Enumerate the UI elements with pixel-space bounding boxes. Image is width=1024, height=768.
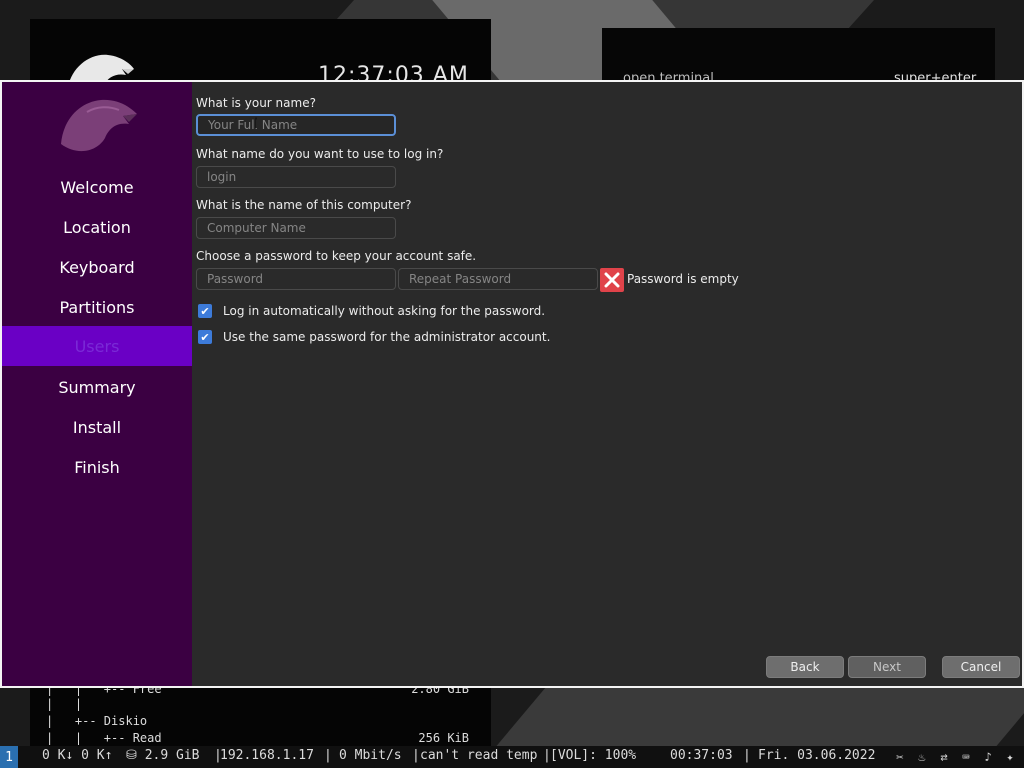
users-page: What is your name? What name do you want… bbox=[196, 82, 1022, 686]
divider: | bbox=[324, 748, 332, 763]
autologin-checkbox[interactable]: ✔ bbox=[198, 304, 212, 318]
ip-address: 192.168.1.17 bbox=[220, 748, 314, 763]
terminal-panel: | | +-- Free 2.80 GiB | | | +-- Diskio |… bbox=[30, 682, 491, 746]
error-icon bbox=[600, 268, 624, 292]
installer-window: Welcome Location Keyboard Partitions Use… bbox=[0, 80, 1024, 688]
terminal-line: | | bbox=[46, 697, 83, 711]
eagle-logo-icon bbox=[61, 99, 137, 152]
sidebar-item-keyboard[interactable]: Keyboard bbox=[2, 247, 192, 287]
sidebar-item-users[interactable]: Users bbox=[2, 326, 192, 366]
system-tray: ✂ ♨ ⇄ ⌨ ♪ ✦ bbox=[892, 749, 1018, 765]
computer-name-label: What is the name of this computer? bbox=[196, 198, 412, 212]
name-label: What is your name? bbox=[196, 96, 316, 110]
network-traffic: 0 K↓ 0 K↑ bbox=[42, 748, 113, 763]
sidebar-item-location[interactable]: Location bbox=[2, 207, 192, 247]
same-password-row[interactable]: ✔ Use the same password for the administ… bbox=[198, 330, 550, 344]
password-input[interactable] bbox=[196, 268, 396, 290]
clock-time: 00:37:03 bbox=[670, 748, 733, 763]
volume: [VOL]: 100% bbox=[550, 748, 637, 763]
divider: | bbox=[743, 748, 751, 763]
flame-icon[interactable]: ♨ bbox=[914, 749, 930, 765]
terminal-line: | +-- Diskio bbox=[46, 714, 148, 728]
bulb-icon[interactable]: ✦ bbox=[1002, 749, 1018, 765]
computer-name-input[interactable] bbox=[196, 217, 396, 239]
scissors-icon[interactable]: ✂ bbox=[892, 749, 908, 765]
workspace-indicator[interactable]: 1 bbox=[0, 746, 18, 768]
installer-sidebar: Welcome Location Keyboard Partitions Use… bbox=[2, 82, 192, 686]
autologin-row[interactable]: ✔ Log in automatically without asking fo… bbox=[198, 304, 545, 318]
next-button[interactable]: Next bbox=[848, 656, 926, 678]
bandwidth: 0 Mbit/s bbox=[339, 748, 402, 763]
autologin-label: Log in automatically without asking for … bbox=[223, 304, 546, 318]
sidebar-item-summary[interactable]: Summary bbox=[2, 367, 192, 407]
back-button[interactable]: Back bbox=[766, 656, 844, 678]
same-password-label: Use the same password for the administra… bbox=[223, 330, 551, 344]
password-error-text: Password is empty bbox=[627, 272, 739, 286]
repeat-password-input[interactable] bbox=[398, 268, 598, 290]
conky-clock-panel: 12:37:03 AM bbox=[30, 19, 491, 93]
sidebar-item-finish[interactable]: Finish bbox=[2, 447, 192, 487]
divider: | bbox=[412, 748, 420, 763]
same-password-checkbox[interactable]: ✔ bbox=[198, 330, 212, 344]
network-icon[interactable]: ⇄ bbox=[936, 749, 952, 765]
date: Fri. 03.06.2022 bbox=[758, 748, 876, 763]
password-label: Choose a password to keep your account s… bbox=[196, 249, 477, 263]
sidebar-item-welcome[interactable]: Welcome bbox=[2, 167, 192, 207]
sidebar-item-install[interactable]: Install bbox=[2, 407, 192, 447]
disk-free: ⛁ 2.9 GiB bbox=[126, 748, 200, 763]
login-label: What name do you want to use to log in? bbox=[196, 147, 444, 161]
temperature: can't read temp bbox=[420, 748, 538, 763]
terminal-value: 256 KiB bbox=[418, 731, 469, 745]
keyboard-icon[interactable]: ⌨ bbox=[958, 749, 974, 765]
terminal-line: | | +-- Read bbox=[46, 731, 162, 745]
wallpaper-shape bbox=[494, 688, 1024, 748]
login-input[interactable] bbox=[196, 166, 396, 188]
volume-icon[interactable]: ♪ bbox=[980, 749, 996, 765]
status-bar: 1 0 K↓ 0 K↑ ⛁ 2.9 GiB | 192.168.1.17 | 0… bbox=[0, 746, 1024, 768]
sidebar-item-partitions[interactable]: Partitions bbox=[2, 287, 192, 327]
cancel-button[interactable]: Cancel bbox=[942, 656, 1020, 678]
full-name-input[interactable] bbox=[196, 114, 396, 136]
